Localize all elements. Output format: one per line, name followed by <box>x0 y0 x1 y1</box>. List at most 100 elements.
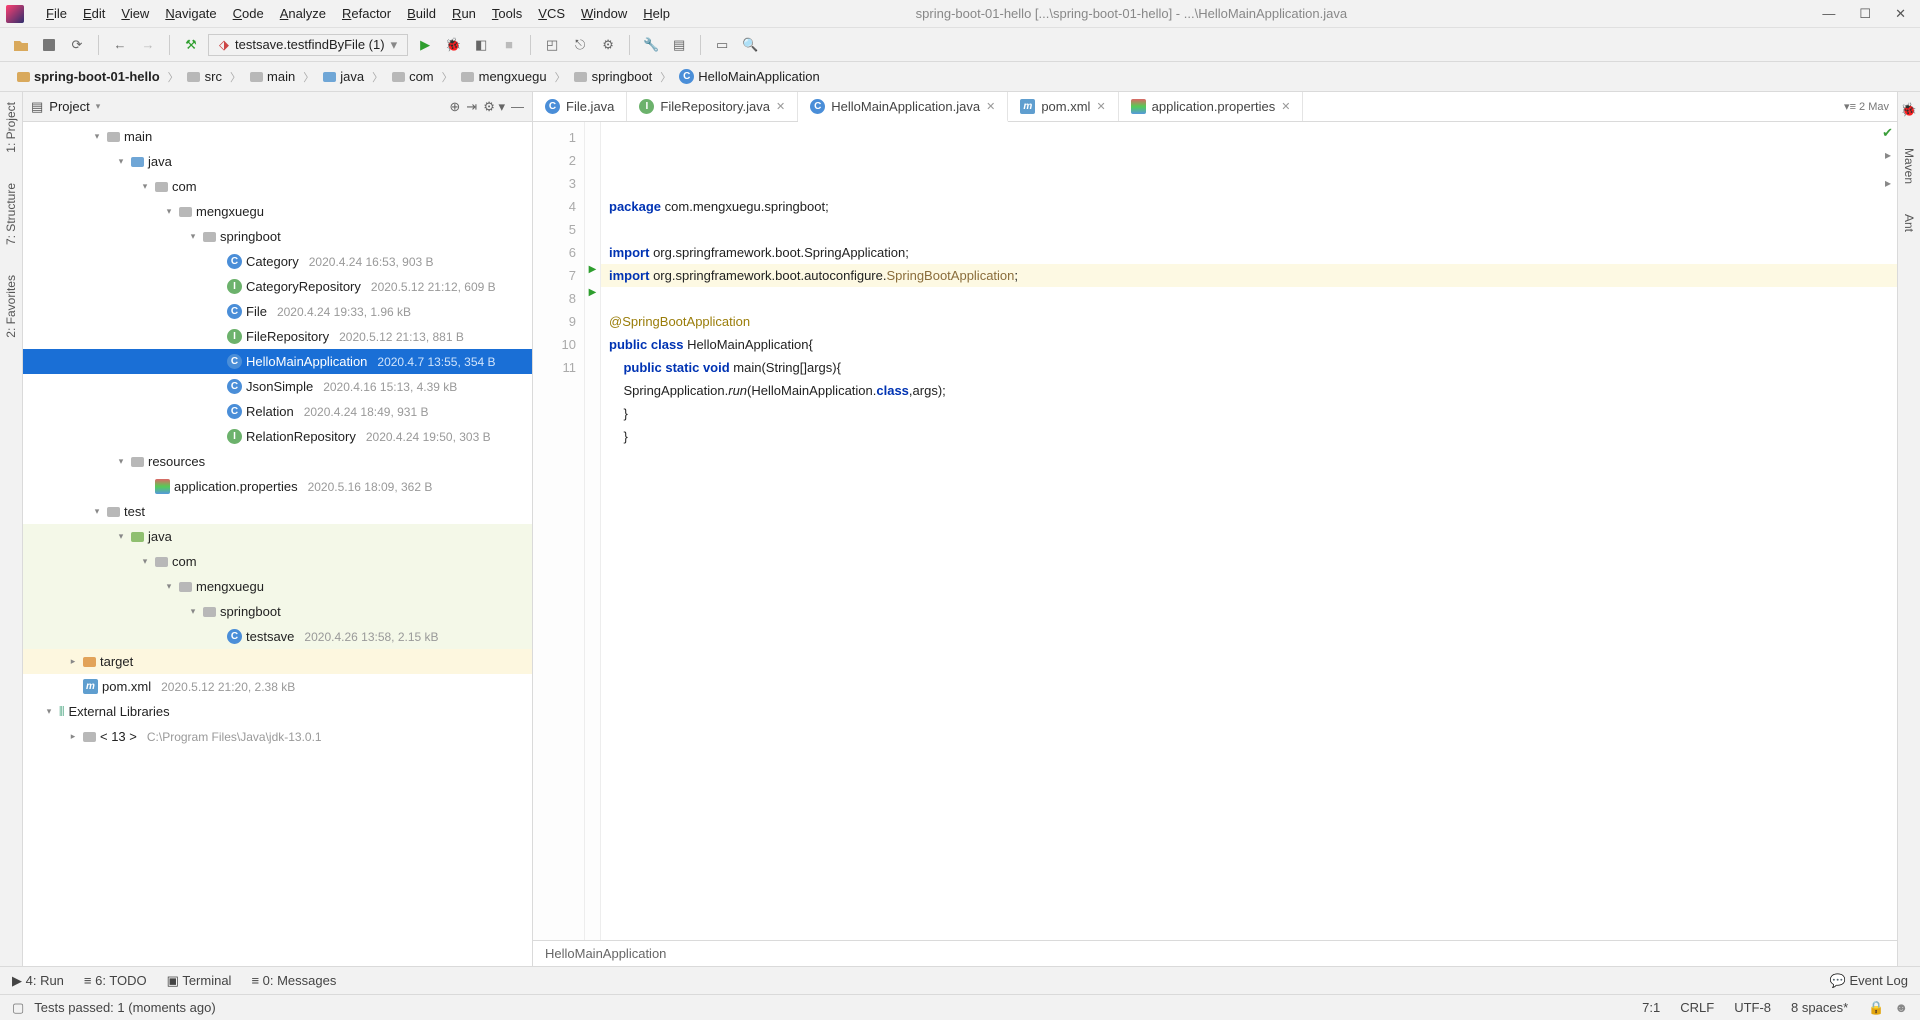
tab-application-properties[interactable]: application.properties✕ <box>1119 92 1304 121</box>
status-tool-icon[interactable]: ▢ <box>12 1000 24 1016</box>
tab-FileRepository-java[interactable]: IFileRepository.java✕ <box>627 92 798 121</box>
tree-item-Relation[interactable]: C Relation2020.4.24 18:49, 931 B <box>23 399 532 424</box>
breadcrumb-spring-boot-01-hello[interactable]: spring-boot-01-hello <box>12 69 164 84</box>
breadcrumb-main[interactable]: main <box>245 69 299 84</box>
back-icon[interactable]: ← <box>109 34 131 56</box>
tree-item-test[interactable]: ▾ test <box>23 499 532 524</box>
tree-item-File[interactable]: C File2020.4.24 19:33, 1.96 kB <box>23 299 532 324</box>
hide-icon[interactable]: — <box>511 99 524 114</box>
menu-analyze[interactable]: Analyze <box>272 6 334 21</box>
wrench-icon[interactable]: 🔧 <box>640 34 662 56</box>
tree-item-java[interactable]: ▾ java <box>23 524 532 549</box>
project-tree[interactable]: ▾ main▾ java▾ com▾ mengxuegu▾ springboot… <box>23 122 532 966</box>
tree-item-HelloMainApplication[interactable]: C HelloMainApplication2020.4.7 13:55, 35… <box>23 349 532 374</box>
tree-item-pom-xml[interactable]: m pom.xml2020.5.12 21:20, 2.38 kB <box>23 674 532 699</box>
status-cell[interactable]: CRLF <box>1670 1000 1724 1015</box>
tree-item-springboot[interactable]: ▾ springboot <box>23 224 532 249</box>
menu-edit[interactable]: Edit <box>75 6 113 21</box>
coverage-icon[interactable]: ◧ <box>470 34 492 56</box>
status-cell[interactable]: UTF-8 <box>1724 1000 1781 1015</box>
tree-item-testsave[interactable]: C testsave2020.4.26 13:58, 2.15 kB <box>23 624 532 649</box>
tree-item-mengxuegu[interactable]: ▾ mengxuegu <box>23 199 532 224</box>
tab-close-icon[interactable]: ✕ <box>986 100 995 113</box>
tree-item-resources[interactable]: ▾ resources <box>23 449 532 474</box>
tree-item-com[interactable]: ▾ com <box>23 174 532 199</box>
menu-view[interactable]: View <box>113 6 157 21</box>
tree-item-target[interactable]: ▸ target <box>23 649 532 674</box>
left-tab-7-Structure[interactable]: 7: Structure <box>4 183 18 245</box>
breadcrumb-HelloMainApplication[interactable]: CHelloMainApplication <box>675 69 823 84</box>
structure-icon[interactable]: ▤ <box>668 34 690 56</box>
debug-icon[interactable]: 🐞 <box>442 34 464 56</box>
breadcrumb-java[interactable]: java <box>318 69 368 84</box>
tree-item-JsonSimple[interactable]: C JsonSimple2020.4.16 15:13, 4.39 kB <box>23 374 532 399</box>
tree-item-java[interactable]: ▾ java <box>23 149 532 174</box>
breadcrumb-mengxuegu[interactable]: mengxuegu <box>457 69 551 84</box>
bottom-tool--4-Run[interactable]: ▶ 4: Run <box>12 973 64 989</box>
menu-navigate[interactable]: Navigate <box>157 6 224 21</box>
forward-icon[interactable]: → <box>137 34 159 56</box>
tree-item-application-properties[interactable]: application.properties2020.5.16 18:09, 3… <box>23 474 532 499</box>
status-cell[interactable]: 7:1 <box>1632 1000 1670 1015</box>
breadcrumb-com[interactable]: com <box>387 69 438 84</box>
sidebar-title[interactable]: Project <box>49 99 89 114</box>
tab-close-icon[interactable]: ✕ <box>1281 100 1290 113</box>
tree-item-RelationRepository[interactable]: I RelationRepository2020.4.24 19:50, 303… <box>23 424 532 449</box>
open-icon[interactable] <box>10 34 32 56</box>
settings-icon[interactable]: ⚙ <box>597 34 619 56</box>
menu-code[interactable]: Code <box>225 6 272 21</box>
bug-icon[interactable]: 🐞 <box>1901 102 1917 118</box>
menu-run[interactable]: Run <box>444 6 484 21</box>
event-log-button[interactable]: 💬 Event Log <box>1830 973 1908 989</box>
status-cell[interactable]: 8 spaces* <box>1781 1000 1858 1015</box>
tree-item-springboot[interactable]: ▾ springboot <box>23 599 532 624</box>
left-tab-1-Project[interactable]: 1: Project <box>4 102 18 153</box>
man-icon[interactable]: ☻ <box>1894 1000 1908 1015</box>
run-gutter[interactable]: ▶▶ <box>585 122 601 940</box>
tree-item-CategoryRepository[interactable]: I CategoryRepository2020.5.12 21:12, 609… <box>23 274 532 299</box>
menu-file[interactable]: File <box>38 6 75 21</box>
menu-tools[interactable]: Tools <box>484 6 530 21</box>
right-tab-Maven[interactable]: Maven <box>1902 148 1916 184</box>
search-icon[interactable]: 🔍 <box>739 34 761 56</box>
stop-icon[interactable]: ■ <box>498 34 520 56</box>
refresh-icon[interactable]: ⟳ <box>66 34 88 56</box>
code-editor[interactable]: package com.mengxuegu.springboot; import… <box>601 122 1897 940</box>
run-config-selector[interactable]: ⬗ testsave.testfindByFile (1) ▾ <box>208 34 408 56</box>
tree-item-main[interactable]: ▾ main <box>23 124 532 149</box>
menu-build[interactable]: Build <box>399 6 444 21</box>
tabs-extra[interactable]: ▾≡ 2 Mav <box>1836 92 1897 121</box>
hammer-build-icon[interactable]: ⚒ <box>180 34 202 56</box>
bottom-tool--Terminal[interactable]: ▣ Terminal <box>167 973 232 989</box>
menu-help[interactable]: Help <box>635 6 678 21</box>
tab-HelloMainApplication-java[interactable]: CHelloMainApplication.java✕ <box>798 92 1008 122</box>
minimize-icon[interactable]: — <box>1822 6 1835 22</box>
save-icon[interactable] <box>38 34 60 56</box>
tab-close-icon[interactable]: ✕ <box>776 100 785 113</box>
left-tab-2-Favorites[interactable]: 2: Favorites <box>4 275 18 338</box>
menu-vcs[interactable]: VCS <box>530 6 573 21</box>
tab-pom-xml[interactable]: mpom.xml✕ <box>1008 92 1118 121</box>
tree-item-mengxuegu[interactable]: ▾ mengxuegu <box>23 574 532 599</box>
tab-close-icon[interactable]: ✕ <box>1096 100 1105 113</box>
tree-item--13-[interactable]: ▸ < 13 >C:\Program Files\Java\jdk-13.0.1 <box>23 724 532 749</box>
window-icon[interactable]: ▭ <box>711 34 733 56</box>
menu-refactor[interactable]: Refactor <box>334 6 399 21</box>
maximize-icon[interactable]: ☐ <box>1859 6 1871 22</box>
editor-breadcrumb[interactable]: HelloMainApplication <box>533 940 1897 966</box>
bottom-tool--6-TODO[interactable]: ≡ 6: TODO <box>84 973 147 988</box>
tree-item-Category[interactable]: C Category2020.4.24 16:53, 903 B <box>23 249 532 274</box>
tree-item-com[interactable]: ▾ com <box>23 549 532 574</box>
tree-item-External-Libraries[interactable]: ▾⫴ External Libraries <box>23 699 532 724</box>
gear-icon[interactable]: ⚙ ▾ <box>483 99 505 115</box>
menu-window[interactable]: Window <box>573 6 635 21</box>
breadcrumb-src[interactable]: src <box>183 69 226 84</box>
close-icon[interactable]: ✕ <box>1895 6 1906 22</box>
bottom-tool--0-Messages[interactable]: ≡ 0: Messages <box>251 973 336 988</box>
run-icon[interactable]: ▶ <box>414 34 436 56</box>
tree-item-FileRepository[interactable]: I FileRepository2020.5.12 21:13, 881 B <box>23 324 532 349</box>
tab-File-java[interactable]: CFile.java <box>533 92 627 121</box>
breadcrumb-springboot[interactable]: springboot <box>570 69 657 84</box>
lock-icon[interactable]: 🔒 <box>1868 1000 1884 1016</box>
profiler-icon[interactable]: ◰ <box>541 34 563 56</box>
